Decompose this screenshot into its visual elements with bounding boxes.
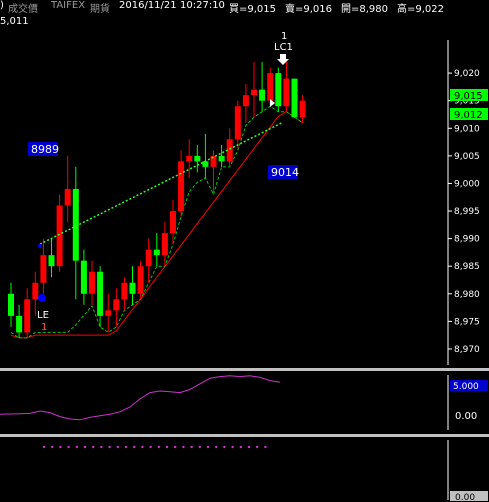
signal-dot bbox=[182, 445, 185, 449]
signal-dot bbox=[157, 445, 160, 449]
price-tick-label: 9,010 bbox=[454, 124, 480, 134]
price-tick-label: 8,970 bbox=[454, 345, 480, 355]
price-tick-label: 8,980 bbox=[454, 290, 480, 300]
signal-dot bbox=[174, 445, 177, 449]
channel-line bbox=[10, 105, 303, 339]
lc-label: LC1 bbox=[274, 42, 293, 53]
signal-dot bbox=[223, 445, 226, 449]
price-tick-label: 8,975 bbox=[454, 317, 480, 327]
le-label: LE bbox=[37, 310, 49, 321]
signal-dot bbox=[198, 445, 201, 449]
candle-body bbox=[105, 310, 112, 316]
price-tick-label: 8,990 bbox=[454, 235, 480, 245]
signal-dot bbox=[124, 445, 128, 449]
signal-dot bbox=[42, 445, 46, 449]
candle-body bbox=[24, 299, 31, 333]
candle-body bbox=[202, 161, 209, 167]
signal-dot bbox=[256, 445, 259, 449]
signal-dot bbox=[190, 445, 193, 449]
signal-dot bbox=[206, 445, 210, 449]
candle-body bbox=[40, 255, 47, 283]
signal-dot bbox=[75, 445, 79, 449]
signal-dot bbox=[149, 445, 152, 449]
oscillator-line bbox=[0, 375, 281, 421]
entry-marker-icon bbox=[38, 294, 46, 302]
price-tick-label: 9,000 bbox=[454, 179, 480, 189]
candle-body bbox=[267, 73, 274, 101]
indicator-zero-tick: 0.00 bbox=[455, 411, 477, 422]
signal-dot bbox=[92, 445, 95, 449]
signal-dot bbox=[247, 445, 251, 449]
entry-dot-icon bbox=[38, 244, 42, 248]
price-chart[interactable]: 9,020 9,015 9,010 9,005 9,000 8,995 8,990 8,985… bbox=[0, 0, 489, 502]
ask-price-badge-text: 9,012 bbox=[454, 110, 483, 121]
candle-body bbox=[178, 161, 185, 212]
candle-body bbox=[72, 188, 79, 261]
label-8989: 8989 bbox=[31, 143, 59, 156]
exit-arrow-icon bbox=[277, 54, 289, 65]
candle-body bbox=[234, 106, 241, 140]
candle-body bbox=[170, 211, 176, 234]
le-count: 1 bbox=[41, 322, 47, 333]
candle-body bbox=[64, 188, 71, 206]
signal-dot bbox=[100, 445, 103, 449]
signal-dot bbox=[264, 445, 267, 449]
price-tick-label: 9,005 bbox=[454, 152, 480, 162]
candle-body bbox=[113, 299, 120, 311]
signal-dot bbox=[67, 445, 70, 449]
candle-body bbox=[153, 249, 160, 256]
signal-dot bbox=[215, 445, 218, 449]
candle-body bbox=[218, 155, 225, 162]
signal-dot bbox=[231, 445, 234, 449]
indicator-value-badge-text: 5.000 bbox=[453, 382, 479, 392]
panel-divider-lower[interactable] bbox=[0, 434, 489, 437]
signal-dot bbox=[239, 445, 242, 449]
signal-dot bbox=[51, 445, 54, 449]
lc-count: 1 bbox=[281, 31, 287, 42]
candle-body bbox=[283, 78, 290, 107]
candle-body bbox=[129, 282, 136, 294]
candle-body bbox=[80, 260, 87, 294]
panel-divider-upper[interactable] bbox=[0, 368, 489, 371]
candle-body bbox=[48, 255, 55, 267]
signal-dot bbox=[165, 445, 169, 449]
candle-body bbox=[186, 155, 193, 162]
price-tick-label: 8,995 bbox=[454, 207, 480, 217]
bid-price-badge-text: 9,015 bbox=[454, 91, 483, 102]
candle-body bbox=[259, 89, 266, 101]
candle-body bbox=[275, 73, 282, 107]
signal-dot bbox=[83, 445, 87, 449]
candle-body bbox=[145, 249, 152, 267]
signal-dot bbox=[59, 445, 62, 449]
signal-dot bbox=[116, 445, 120, 449]
candle-body bbox=[32, 282, 39, 300]
candle-body bbox=[161, 233, 168, 256]
candle-body bbox=[137, 266, 144, 294]
signal-dot bbox=[108, 445, 111, 449]
candle-body bbox=[251, 89, 257, 96]
candle-body bbox=[89, 271, 95, 294]
candle-body bbox=[291, 78, 298, 118]
candle-body bbox=[121, 282, 128, 300]
price-tick-label: 8,985 bbox=[454, 262, 480, 272]
price-tick-label: 9,020 bbox=[454, 69, 480, 79]
candle-body bbox=[8, 293, 14, 316]
signal-dot bbox=[133, 445, 136, 449]
candle-body bbox=[56, 205, 63, 267]
lower-value-badge-text: 0.00 bbox=[455, 493, 475, 502]
candle-body bbox=[97, 271, 104, 316]
candle-body bbox=[242, 95, 249, 107]
signal-dot bbox=[141, 445, 144, 449]
candle-body bbox=[299, 100, 306, 118]
label-9014: 9014 bbox=[271, 166, 299, 179]
candle-body bbox=[194, 155, 201, 162]
candle-body bbox=[16, 315, 23, 333]
